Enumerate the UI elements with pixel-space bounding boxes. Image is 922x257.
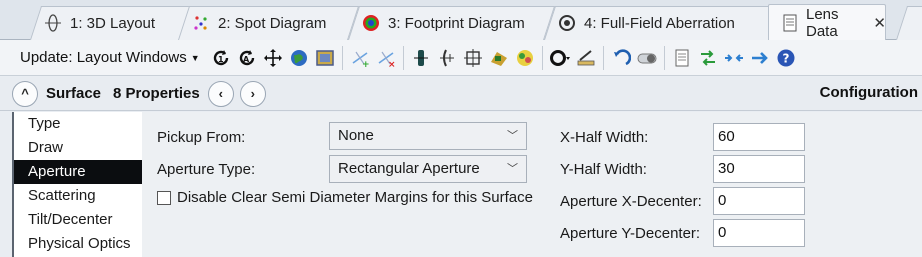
y-half-width-input[interactable]: 30	[713, 155, 805, 183]
disable-margins-label: Disable Clear Semi Diameter Margins for …	[177, 189, 533, 206]
undo-icon[interactable]	[610, 47, 632, 69]
tab-label: Lens Data	[806, 5, 839, 40]
category-item-physical-optics[interactable]: Physical Optics	[14, 232, 142, 256]
toolbar-separator	[341, 45, 343, 70]
lens-data-icon	[782, 14, 798, 32]
collapse-button[interactable]: ^	[12, 80, 38, 107]
svg-text:?: ?	[782, 51, 789, 65]
lens-icon[interactable]	[410, 47, 432, 69]
compress-icon[interactable]	[723, 47, 745, 69]
tab-label: 2: Spot Diagram	[218, 14, 327, 32]
close-icon[interactable]: ✕	[873, 14, 886, 32]
tab-label: 3: Footprint Diagram	[388, 14, 525, 32]
tab-overflow[interactable]	[896, 6, 922, 40]
update-label: Update: Layout Windows	[20, 49, 187, 66]
category-item-draw[interactable]: Draw	[14, 136, 142, 160]
aperture-x-decenter-label: Aperture X-Decenter:	[560, 193, 702, 210]
aperture-panel: Pickup From: None ﹀ Aperture Type: Recta…	[142, 112, 922, 257]
y-half-width-label: Y-Half Width:	[560, 161, 647, 178]
ring-icon[interactable]	[549, 47, 571, 69]
auto-update-icon[interactable]: A	[236, 47, 258, 69]
image-icon[interactable]	[314, 47, 336, 69]
mirror-icon[interactable]	[436, 47, 458, 69]
aperture-type-label: Aperture Type:	[157, 161, 256, 178]
toggle-icon[interactable]	[636, 47, 658, 69]
pickup-from-select[interactable]: None ﹀	[329, 122, 527, 150]
section-title: Surface	[46, 85, 102, 102]
document-icon[interactable]	[671, 47, 693, 69]
insert-surface-icon[interactable]: +	[349, 47, 371, 69]
grid-icon[interactable]	[462, 47, 484, 69]
pickup-from-value: None	[338, 127, 374, 144]
full-field-aberration-icon	[558, 14, 576, 32]
category-item-type[interactable]: Type	[14, 112, 142, 136]
palette-icon[interactable]	[488, 47, 510, 69]
aperture-type-value: Rectangular Aperture	[338, 160, 480, 177]
disable-margins-checkbox[interactable]	[157, 191, 171, 205]
caret-down-icon: ▼	[190, 52, 200, 63]
configuration-label: Configuration	[819, 84, 918, 101]
tab-bar: 1: 3D Layout 2: Spot Diagram 3: Footprin…	[0, 0, 922, 41]
footprint-diagram-icon	[362, 14, 380, 32]
refresh-icon[interactable]: 1	[210, 47, 232, 69]
toolbar: Update: Layout Windows ▼ 1 A + × ?	[0, 40, 922, 76]
ruler-edit-icon[interactable]	[575, 47, 597, 69]
aperture-y-decenter-input[interactable]: 0	[713, 219, 805, 247]
color-wheel-icon[interactable]	[514, 47, 536, 69]
tab-lens-data[interactable]: Lens Data ✕	[768, 4, 886, 41]
help-icon[interactable]: ?	[775, 47, 797, 69]
chevron-down-icon: ﹀	[507, 163, 518, 175]
toolbar-separator	[602, 45, 604, 70]
x-half-width-input[interactable]: 60	[713, 123, 805, 151]
3d-layout-icon	[44, 14, 62, 32]
pickup-from-label: Pickup From:	[157, 129, 246, 146]
previous-surface-button[interactable]: ‹	[207, 80, 234, 107]
next-surface-button[interactable]: ›	[239, 80, 266, 107]
toolbar-separator	[541, 45, 543, 70]
svg-text:A: A	[243, 55, 250, 64]
tab-footprint-diagram[interactable]: 3: Footprint Diagram	[348, 6, 556, 40]
delete-surface-icon[interactable]: ×	[375, 47, 397, 69]
category-item-aperture[interactable]: Aperture	[14, 160, 142, 184]
globe-icon[interactable]	[288, 47, 310, 69]
aperture-type-select[interactable]: Rectangular Aperture ﹀	[329, 155, 527, 183]
x-half-width-label: X-Half Width:	[560, 129, 649, 146]
surface-nav-strip: ^ Surface 8 Properties ‹ › Configuration	[0, 77, 922, 111]
category-item-tilt-decenter[interactable]: Tilt/Decenter	[14, 208, 142, 232]
arrow-right-icon[interactable]	[749, 47, 771, 69]
tab-spot-diagram[interactable]: 2: Spot Diagram	[178, 6, 360, 40]
tab-label: 1: 3D Layout	[70, 14, 156, 32]
move-icon[interactable]	[262, 47, 284, 69]
spot-diagram-icon	[192, 14, 210, 32]
toolbar-separator	[402, 45, 404, 70]
aperture-x-decenter-input[interactable]: 0	[713, 187, 805, 215]
swap-icon[interactable]	[697, 47, 719, 69]
tab-label: 4: Full-Field Aberration	[584, 14, 735, 32]
aperture-y-decenter-label: Aperture Y-Decenter:	[560, 225, 701, 242]
tab-full-field-aberration[interactable]: 4: Full-Field Aberration	[544, 6, 784, 40]
properties-count: 8 Properties	[113, 85, 200, 102]
chevron-down-icon: ﹀	[507, 130, 518, 142]
svg-text:1: 1	[218, 55, 224, 64]
category-item-scattering[interactable]: Scattering	[14, 184, 142, 208]
category-list: Type Draw Aperture Scattering Tilt/Decen…	[12, 112, 142, 257]
svg-text:+: +	[362, 60, 370, 68]
update-dropdown[interactable]: Update: Layout Windows ▼	[20, 49, 200, 66]
toolbar-separator	[663, 45, 665, 70]
tab-3d-layout[interactable]: 1: 3D Layout	[30, 6, 194, 40]
svg-text:×: ×	[388, 60, 396, 68]
